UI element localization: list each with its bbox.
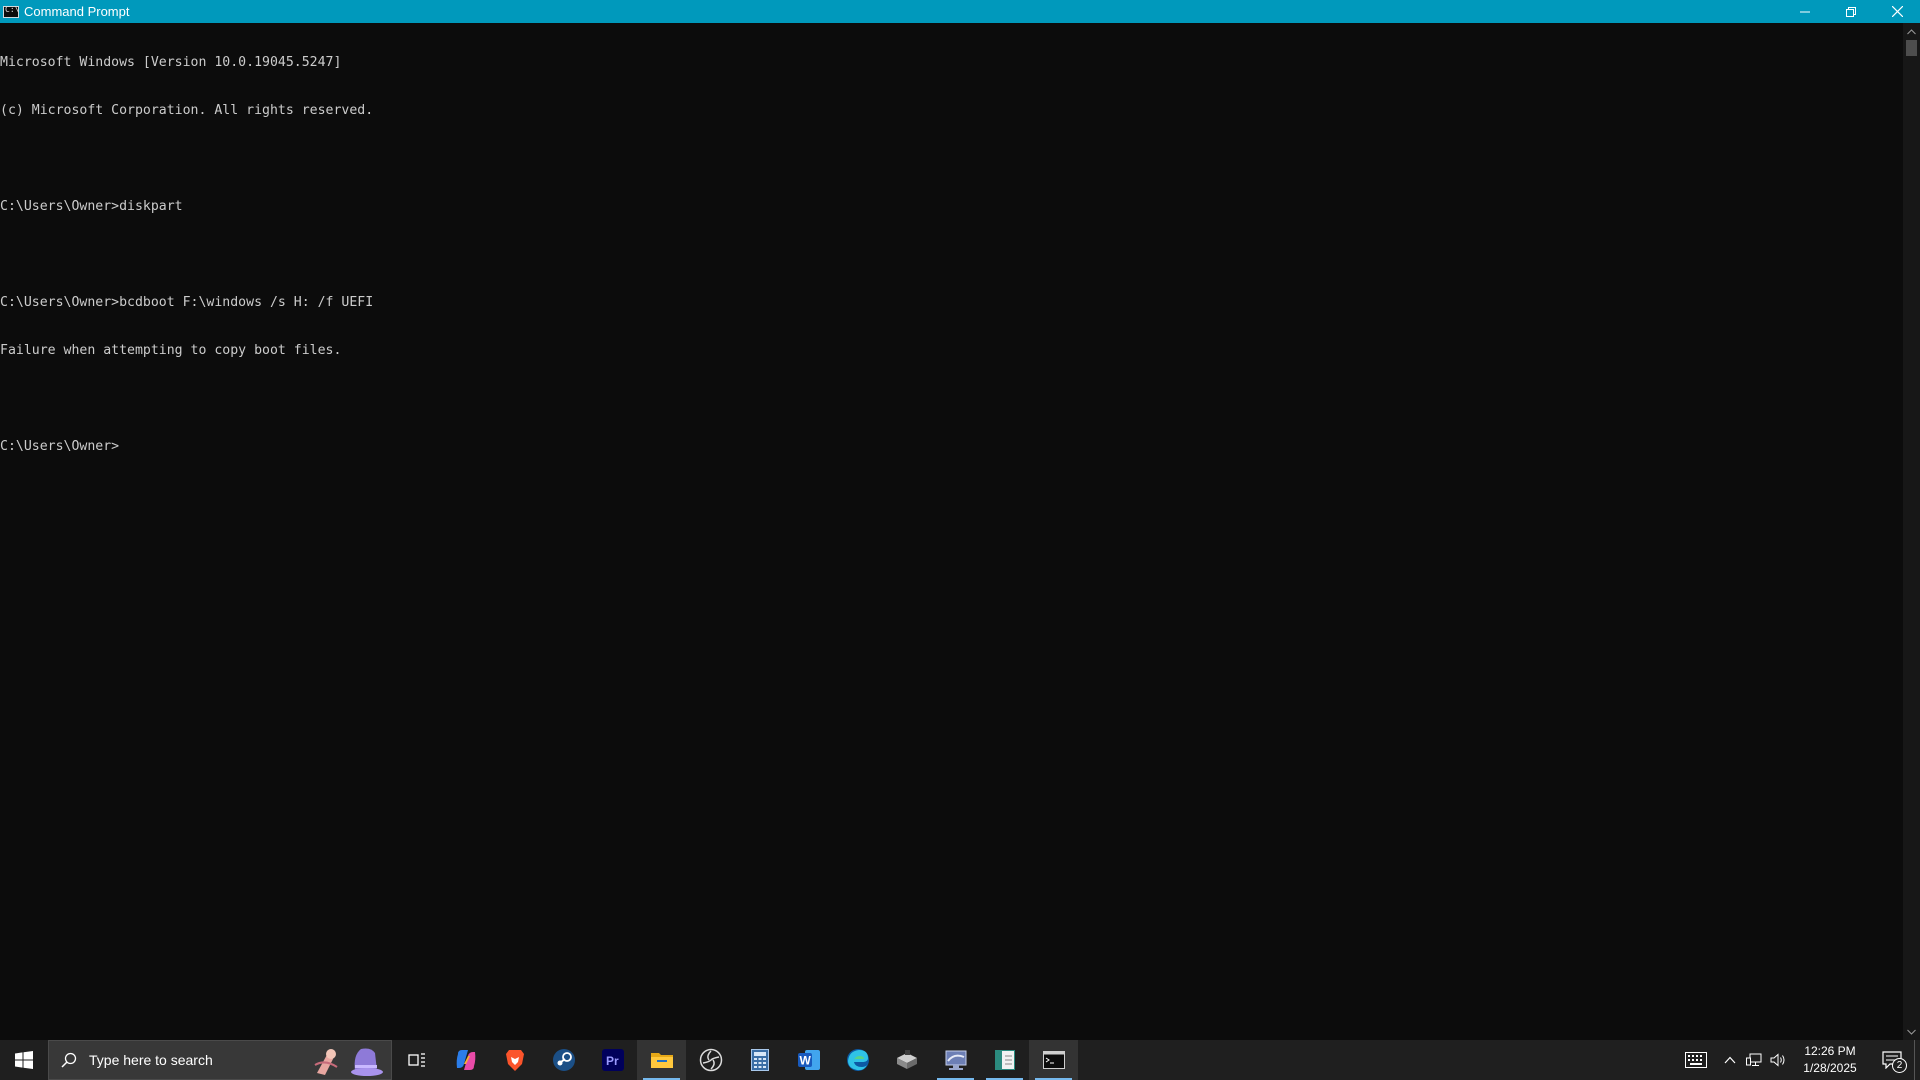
premiere-label: Pr xyxy=(606,1054,619,1068)
taskbar-app-obs[interactable] xyxy=(686,1040,735,1080)
taskbar-search-box[interactable]: Type here to search xyxy=(48,1040,392,1080)
brave-icon xyxy=(505,1050,524,1071)
search-icon xyxy=(61,1052,77,1068)
taskbar: Type here to search Pr W 12:26 PM 1/28/2… xyxy=(0,1040,1920,1080)
taskbar-app-premiere-pro[interactable]: Pr xyxy=(588,1040,637,1080)
premiere-pro-icon: Pr xyxy=(601,1049,624,1071)
window-title-bar[interactable]: Command Prompt xyxy=(0,0,1920,23)
word-label: W xyxy=(799,1054,811,1068)
restore-button[interactable] xyxy=(1828,0,1874,23)
taskbar-app-calculator[interactable] xyxy=(735,1040,784,1080)
word-icon: W xyxy=(797,1050,820,1070)
task-view-icon xyxy=(407,1053,425,1067)
speaker-icon xyxy=(1770,1053,1785,1067)
chevron-up-icon xyxy=(1907,28,1916,34)
windows-logo-icon xyxy=(15,1051,33,1069)
clock-date: 1/28/2025 xyxy=(1803,1061,1857,1075)
search-highlight-illustration-icon xyxy=(314,1048,383,1076)
close-icon xyxy=(1891,6,1903,17)
taskbar-app-edge[interactable] xyxy=(833,1040,882,1080)
console-line: C:\Users\Owner>diskpart xyxy=(0,199,183,214)
scroll-thumb[interactable] xyxy=(1906,40,1917,56)
touch-keyboard-button[interactable] xyxy=(1674,1040,1718,1080)
taskbar-app-word[interactable]: W xyxy=(784,1040,833,1080)
obs-icon xyxy=(699,1048,722,1072)
network-button[interactable] xyxy=(1742,1040,1766,1080)
console-scrollbar[interactable] xyxy=(1903,23,1920,1040)
taskbar-app-file-explorer[interactable] xyxy=(637,1040,686,1080)
search-placeholder: Type here to search xyxy=(89,1052,213,1068)
system-tray: 12:26 PM 1/28/2025 2 xyxy=(1674,1040,1920,1080)
restore-icon xyxy=(1846,6,1856,17)
taskbar-app-command-prompt[interactable] xyxy=(1029,1040,1078,1080)
steam-icon xyxy=(552,1049,575,1071)
remote-desktop-icon xyxy=(945,1050,966,1070)
installer-icon xyxy=(896,1050,917,1069)
console-line: Failure when attempting to copy boot fil… xyxy=(0,343,342,358)
copilot-icon xyxy=(456,1050,475,1070)
minimize-button[interactable] xyxy=(1782,0,1828,23)
show-desktop-button[interactable] xyxy=(1914,1040,1920,1080)
notification-count-badge: 2 xyxy=(1892,1058,1907,1073)
taskbar-app-remote-desktop[interactable] xyxy=(931,1040,980,1080)
close-button[interactable] xyxy=(1874,0,1920,23)
console-text: Microsoft Windows [Version 10.0.19045.52… xyxy=(0,23,1903,487)
taskbar-app-installer[interactable] xyxy=(882,1040,931,1080)
window-title: Command Prompt xyxy=(24,4,130,19)
network-ethernet-icon xyxy=(1746,1053,1762,1066)
clock-time: 12:26 PM xyxy=(1804,1044,1856,1058)
console-line: C:\Users\Owner>bcdboot F:\windows /s H: … xyxy=(0,295,374,310)
taskbar-app-steam[interactable] xyxy=(539,1040,588,1080)
console-output[interactable]: Microsoft Windows [Version 10.0.19045.52… xyxy=(0,23,1903,1040)
file-explorer-icon xyxy=(650,1053,673,1068)
taskbar-app-notepad[interactable] xyxy=(980,1040,1029,1080)
minimize-icon xyxy=(1800,11,1810,12)
window-controls xyxy=(1782,0,1920,23)
console-line: (c) Microsoft Corporation. All rights re… xyxy=(0,103,374,118)
taskbar-app-copilot[interactable] xyxy=(441,1040,490,1080)
chevron-up-icon xyxy=(1724,1056,1736,1064)
calculator-icon xyxy=(750,1049,769,1071)
console-line: Microsoft Windows [Version 10.0.19045.52… xyxy=(0,55,342,70)
command-prompt-icon xyxy=(1042,1051,1065,1069)
console-prompt-line: C:\Users\Owner> xyxy=(0,439,120,454)
task-view-button[interactable] xyxy=(392,1040,441,1080)
start-button[interactable] xyxy=(0,1040,48,1080)
command-prompt-app-icon xyxy=(3,5,19,18)
edge-icon xyxy=(846,1049,869,1071)
notepad-app-icon xyxy=(994,1050,1015,1070)
taskbar-app-brave[interactable] xyxy=(490,1040,539,1080)
show-hidden-icons-button[interactable] xyxy=(1718,1040,1742,1080)
keyboard-icon xyxy=(1685,1052,1707,1068)
scroll-down-button[interactable] xyxy=(1903,1023,1920,1040)
scroll-up-button[interactable] xyxy=(1903,23,1920,40)
volume-button[interactable] xyxy=(1766,1040,1790,1080)
chevron-down-icon xyxy=(1907,1029,1916,1035)
action-center-button[interactable]: 2 xyxy=(1870,1040,1914,1080)
taskbar-clock[interactable]: 12:26 PM 1/28/2025 xyxy=(1790,1043,1870,1077)
